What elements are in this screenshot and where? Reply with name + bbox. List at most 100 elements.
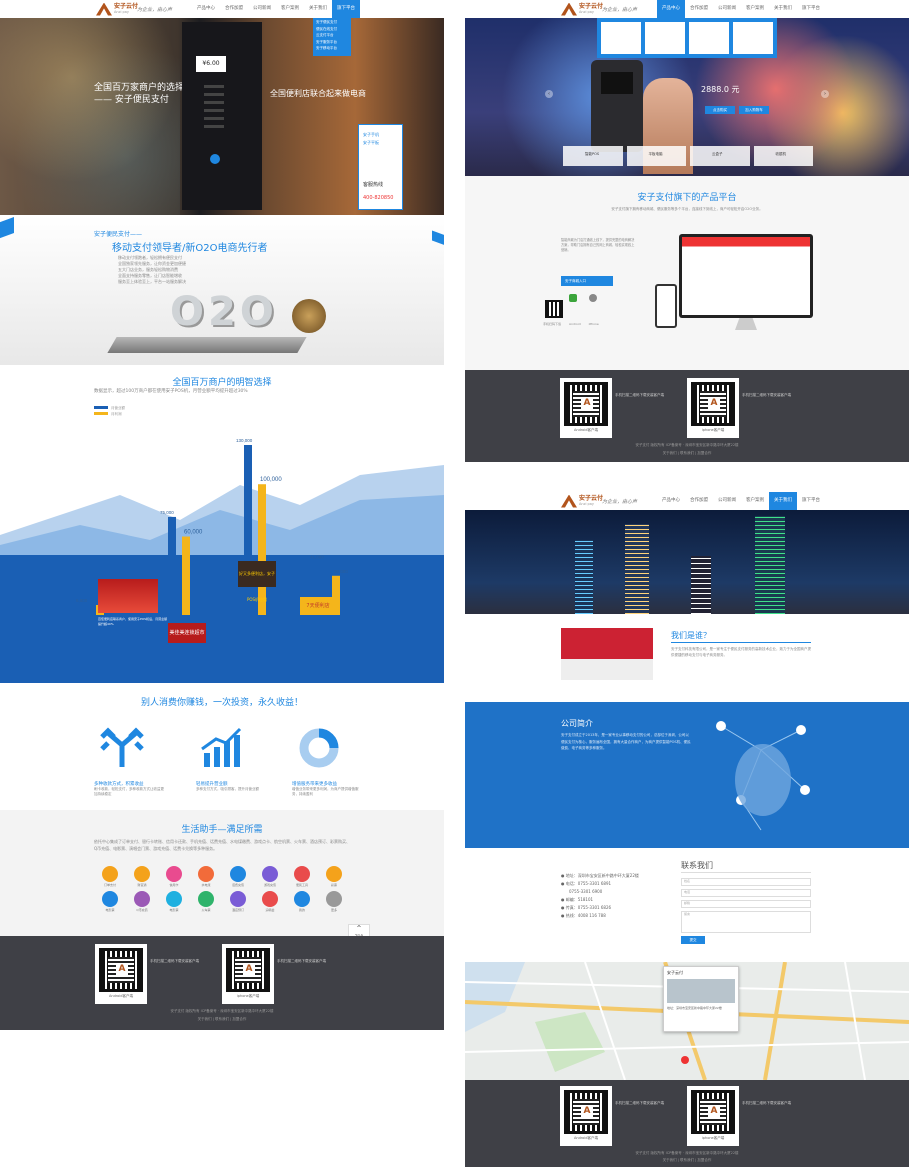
nav-about[interactable]: 关于我们 xyxy=(769,492,797,510)
footer-links[interactable]: 关于我们 | 联系我们 | 加盟合作 xyxy=(465,450,909,456)
prev-arrow-icon[interactable]: ‹ xyxy=(545,90,553,98)
product-tab-1[interactable]: 智能POS xyxy=(563,146,623,166)
nav-platforms[interactable]: 旗下平台 xyxy=(332,0,360,18)
qr-iphone-text: 手机扫描二维码下载安装客户端 xyxy=(742,393,791,397)
name-input[interactable]: 姓名 xyxy=(681,878,811,886)
hotline-number[interactable]: 400-820850 xyxy=(363,195,393,201)
nav-about[interactable]: 关于我们 xyxy=(769,0,797,18)
nav-join[interactable]: 合作加盟 xyxy=(685,492,713,510)
nav-news[interactable]: 公司新闻 xyxy=(713,0,741,18)
life-desc: 依托中心集成了订单支付、银行卡转账、信用卡还款、手机充值、话费充值、水电煤缴费、… xyxy=(94,839,350,851)
contact-hotline: 热线：4008 116 788 xyxy=(565,913,606,918)
product-dropdown xyxy=(597,18,777,58)
qr-iphone[interactable]: iphone客户端 xyxy=(687,1086,739,1146)
footer-links[interactable]: 关于我们 | 联系我们 | 加盟合作 xyxy=(0,1016,444,1022)
logo[interactable]: 安子云付 Anzi pay xyxy=(561,2,603,16)
blue-ribbon-right xyxy=(432,230,444,246)
android-icon[interactable] xyxy=(569,294,577,302)
qr-android[interactable]: Android客户端 xyxy=(560,1086,612,1146)
service-label: 水电煤 xyxy=(201,883,211,887)
nav-about[interactable]: 关于我们 xyxy=(304,0,332,18)
nav-products[interactable]: 产品中心 xyxy=(657,0,685,18)
product-thumb-2[interactable] xyxy=(645,22,685,54)
map[interactable]: 安子云付 地址：深圳市宝安区新中路中环大厦22楼 xyxy=(465,961,909,1081)
product-thumb-4[interactable] xyxy=(733,22,773,54)
logo-mark-icon xyxy=(561,2,577,16)
buy-button[interactable]: 点击购买 xyxy=(705,106,735,114)
life-service-item[interactable]: 话费充值 xyxy=(222,866,254,887)
service-icon xyxy=(102,891,118,907)
message-textarea[interactable]: 留言 xyxy=(681,911,811,933)
dropdown-item-5[interactable]: 安子移动平台 xyxy=(316,45,348,52)
life-service-item[interactable]: 演唱会 xyxy=(254,891,286,912)
product-tab-2[interactable]: 平板电脑 xyxy=(626,146,686,166)
nav-news[interactable]: 公司新闻 xyxy=(248,0,276,18)
life-service-item[interactable]: 便民工具 xyxy=(286,866,318,887)
qr-android[interactable]: Android客户端 xyxy=(560,378,612,438)
life-service-item[interactable]: 火车票 xyxy=(190,891,222,912)
next-arrow-icon[interactable]: › xyxy=(821,90,829,98)
product-banner: 2888.0 元 点击购买 加入购物车 ‹ › 智能POS 平板电脑 云盒子 收… xyxy=(465,18,909,176)
mail-icon: ● xyxy=(561,897,565,902)
coin-icon xyxy=(292,299,326,333)
qr-android-caption: Android客户端 xyxy=(573,428,599,432)
life-service-item[interactable]: 我的 xyxy=(286,891,318,912)
chart-bar xyxy=(84,605,92,615)
life-service-item[interactable]: 电影票 xyxy=(94,891,126,912)
nav-platforms[interactable]: 旗下平台 xyxy=(797,492,825,510)
chip-tablet[interactable]: 安子平板 xyxy=(363,139,398,147)
life-service-item[interactable]: 信用卡 xyxy=(158,866,190,887)
page-about: 安子云付 Anzi pay 为企业，由心声 产品中心 合作加盟 公司新闻 客户案例… xyxy=(465,492,909,1167)
chart-bar-label: 75,000 xyxy=(160,510,174,515)
life-service-item[interactable]: 彩票 xyxy=(318,866,350,887)
product-tab-3[interactable]: 云盒子 xyxy=(690,146,750,166)
footer-links[interactable]: 关于我们 | 联系我们 | 加盟合作 xyxy=(465,1157,909,1163)
chart-bar-label: 100,000 xyxy=(260,477,282,483)
life-service-item[interactable]: 水电煤 xyxy=(190,866,222,887)
map-pin-icon[interactable] xyxy=(681,1056,689,1064)
logo[interactable]: 安子云付 Anzi pay xyxy=(96,2,138,16)
life-service-item[interactable]: 酒店预订 xyxy=(222,891,254,912)
growth-bars-icon xyxy=(201,727,242,767)
nav-platforms[interactable]: 旗下平台 xyxy=(797,0,825,18)
nav-join[interactable]: 合作加盟 xyxy=(220,0,248,18)
life-service-item[interactable]: 更多 xyxy=(318,891,350,912)
life-icon-grid: 订单支付 财富通 信用卡 水电煤 话费充值 游戏充值 便民工具 彩票 电影票 Q币充值 电影票 火车票… xyxy=(94,866,350,912)
apple-icon[interactable] xyxy=(589,294,597,302)
product-thumb-3[interactable] xyxy=(689,22,729,54)
nav-join[interactable]: 合作加盟 xyxy=(685,0,713,18)
life-service-item[interactable]: 财富通 xyxy=(126,866,158,887)
phone-image xyxy=(655,284,677,328)
qr-iphone-text: 手机扫描二维码下载安装客户端 xyxy=(742,1101,791,1105)
product-tab-4[interactable]: 收银机 xyxy=(753,146,813,166)
phone-input[interactable]: 电话 xyxy=(681,889,811,897)
life-service-item[interactable]: Q币充值 xyxy=(126,891,158,912)
nav-cases[interactable]: 客户案例 xyxy=(741,492,769,510)
nav-news[interactable]: 公司新闻 xyxy=(713,492,741,510)
chip-phone[interactable]: 安子手机 xyxy=(363,131,398,139)
qr-iphone-caption: iphone客户端 xyxy=(701,428,725,432)
submit-button[interactable]: 提交 xyxy=(681,936,705,944)
slogan: 为企业，由心声 xyxy=(137,7,173,13)
life-service-item[interactable]: 订单支付 xyxy=(94,866,126,887)
logo[interactable]: 安子云付 Anzi pay xyxy=(561,494,603,508)
service-icon xyxy=(166,866,182,882)
nav-products[interactable]: 产品中心 xyxy=(192,0,220,18)
mall-entry-button[interactable]: 安子商城入口 xyxy=(561,276,613,286)
qr-iphone[interactable]: iphone客户端 xyxy=(222,944,274,1004)
nav-cases[interactable]: 客户案例 xyxy=(276,0,304,18)
nav-cases[interactable]: 客户案例 xyxy=(741,0,769,18)
email-input[interactable]: 邮箱 xyxy=(681,900,811,908)
app-label-iphone: iPhone xyxy=(588,322,599,326)
qr-iphone[interactable]: iphone客户端 xyxy=(687,378,739,438)
app-qr-icon[interactable] xyxy=(545,300,563,318)
qr-android[interactable]: Android客户端 xyxy=(95,944,147,1004)
cart-button[interactable]: 加入购物车 xyxy=(739,106,769,114)
life-service-item[interactable]: 游戏充值 xyxy=(254,866,286,887)
nav-products[interactable]: 产品中心 xyxy=(657,492,685,510)
map-info-address: 地址：深圳市宝安区新中路中环大厦22楼 xyxy=(667,1006,722,1010)
earn-item-1: 多种收款方式，积累收益 刷卡收款，轻松支付，多种收款方式让收益更加持续稳定 xyxy=(94,781,164,797)
product-thumb-1[interactable] xyxy=(601,22,641,54)
company-desc: 安子支付成立于2013年，是一家专业从事移动支付的公司，总部位于深圳，公司以便民… xyxy=(561,733,691,750)
life-service-item[interactable]: 电影票 xyxy=(158,891,190,912)
